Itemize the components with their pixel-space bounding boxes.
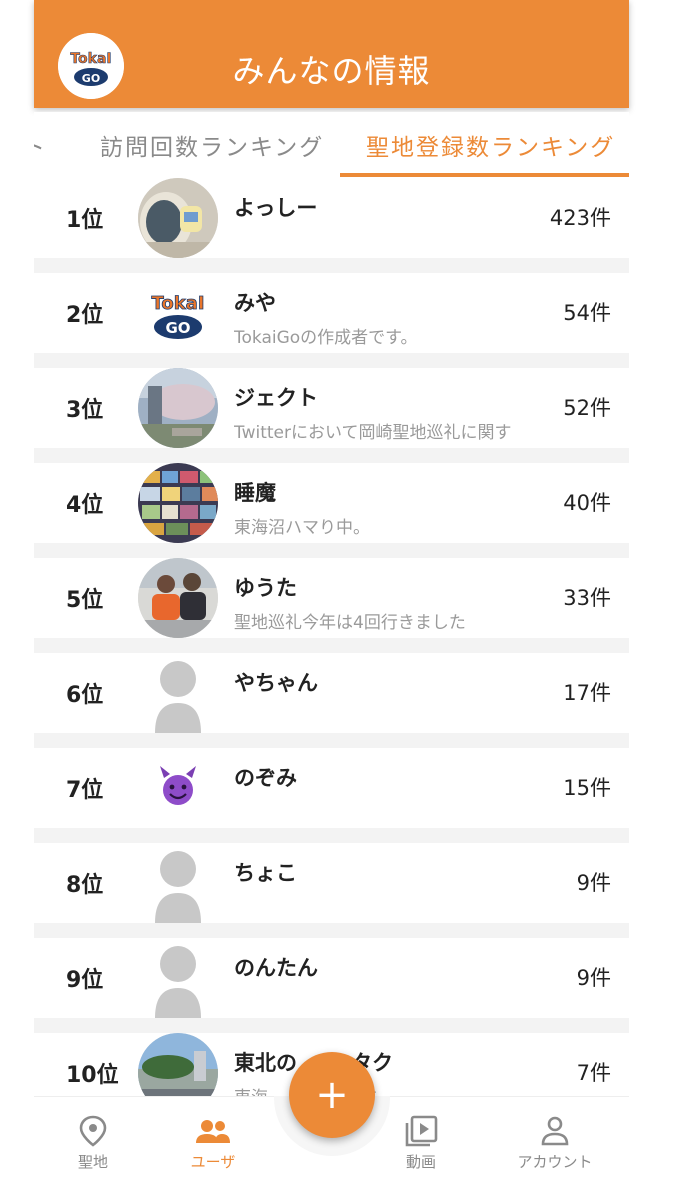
rank-label: 4位 [66, 493, 104, 518]
nav-label: アカウント [517, 1153, 593, 1171]
ranking-list: 1位 よっしー 423件 2位 TokaI GO みや TokaiGoの作成者で… [34, 178, 629, 1096]
avatar [138, 463, 218, 543]
avatar [138, 558, 218, 638]
registration-count: 9件 [576, 966, 611, 990]
user-bio: 聖地巡礼今年は4回行きました [234, 613, 466, 633]
avatar [138, 1033, 218, 1096]
tab-registration-count-ranking[interactable]: 聖地登録数ランキング [366, 128, 615, 162]
plus-icon: + [315, 1072, 349, 1118]
registration-count: 52件 [563, 396, 611, 420]
add-button[interactable]: + [289, 1052, 375, 1138]
app-bar: TokaI GO みんなの情報 [34, 0, 629, 108]
nav-item-users[interactable]: ユーザ [168, 1115, 258, 1172]
ranking-row[interactable]: 3位 ジェクト Twitterにおいて岡崎聖地巡礼に関す 52件 [34, 368, 629, 448]
avatar: TokaI GO [138, 273, 218, 353]
avatar [138, 938, 218, 1018]
registration-count: 423件 [549, 206, 611, 230]
ranking-row[interactable]: 2位 TokaI GO みや TokaiGoの作成者です。 54件 [34, 273, 629, 353]
user-name: のんたん [234, 956, 318, 980]
avatar [138, 748, 218, 828]
nav-item-holy-sites[interactable]: 聖地 [48, 1115, 138, 1172]
photo-mug-icon [138, 178, 218, 258]
photo-street-icon [138, 1033, 218, 1096]
registration-count: 7件 [576, 1061, 611, 1085]
avatar [138, 368, 218, 448]
user-name: よっしー [234, 196, 318, 220]
row-divider [34, 733, 629, 748]
person-icon [541, 1116, 569, 1146]
registration-count: 54件 [563, 301, 611, 325]
svg-text:GO: GO [165, 319, 190, 337]
active-tab-indicator [340, 173, 629, 177]
row-divider [34, 353, 629, 368]
user-name: 睡魔 [234, 481, 276, 505]
ranking-row[interactable]: 4位 睡魔 東海沼ハマり中。 40件 [34, 463, 629, 543]
ranking-row[interactable]: 1位 よっしー 423件 [34, 178, 629, 258]
user-name: やちゃん [234, 671, 318, 695]
map-pin-icon [79, 1115, 107, 1147]
registration-count: 17件 [563, 681, 611, 705]
photo-people-icon [138, 558, 218, 638]
ranking-row[interactable]: 5位 ゆうた 聖地巡礼今年は4回行きました 33件 [34, 558, 629, 638]
default-user-icon [155, 946, 201, 1018]
ranking-row[interactable]: 8位 ちょこ 9件 [34, 843, 629, 923]
rank-label: 7位 [66, 778, 104, 803]
rank-label: 8位 [66, 873, 104, 898]
user-bio: Twitterにおいて岡崎聖地巡礼に関す [234, 423, 512, 443]
smiling-devil-icon [160, 766, 196, 805]
rank-label: 5位 [66, 588, 104, 613]
avatar [138, 653, 218, 733]
rank-label: 3位 [66, 398, 104, 423]
row-divider [34, 1018, 629, 1033]
row-divider [34, 448, 629, 463]
registration-count: 33件 [563, 586, 611, 610]
avatar [138, 843, 218, 923]
user-name: みや [234, 291, 276, 315]
user-name: のぞみ [234, 766, 297, 790]
tokaigo-logo-icon: TokaI GO [151, 293, 205, 339]
user-bio: 東海沼ハマり中。 [234, 518, 370, 538]
photo-cherry-blossom-icon [138, 368, 218, 448]
user-bio: TokaiGoの作成者です。 [234, 328, 418, 348]
svg-text:TokaI: TokaI [151, 293, 204, 314]
nav-item-account[interactable]: アカウント [510, 1115, 600, 1172]
photo-collage-icon [138, 463, 218, 543]
row-divider [34, 828, 629, 843]
rank-label: 2位 [66, 303, 104, 328]
rank-label: 1位 [66, 208, 104, 233]
users-icon [196, 1120, 230, 1143]
registration-count: 9件 [576, 871, 611, 895]
ranking-row[interactable]: 6位 やちゃん 17件 [34, 653, 629, 733]
nav-label: ユーザ [190, 1153, 236, 1171]
registration-count: 40件 [563, 491, 611, 515]
row-divider [34, 923, 629, 938]
default-user-icon [155, 661, 201, 733]
user-bio-head: 東海 [234, 1088, 268, 1096]
page-title: みんなの情報 [232, 52, 431, 90]
user-name: ゆうた [234, 576, 297, 600]
user-name-head: 東北の [234, 1051, 297, 1075]
row-divider [34, 638, 629, 653]
ranking-tabs: ト 訪問回数ランキング 聖地登録数ランキング [34, 112, 629, 178]
ranking-row[interactable]: 7位 のぞみ 15件 [34, 748, 629, 828]
user-name: ジェクト [234, 386, 318, 410]
app-frame: TokaI GO みんなの情報 ト 訪問回数ランキング 聖地登録数ランキング 1… [34, 0, 629, 1201]
tab-previous-partial[interactable]: ト [34, 128, 47, 162]
video-library-icon [405, 1115, 438, 1147]
row-divider [34, 543, 629, 558]
rank-label: 9位 [66, 968, 104, 993]
nav-item-videos[interactable]: 動画 [376, 1115, 466, 1172]
rank-label: 10位 [66, 1063, 119, 1088]
nav-label: 動画 [405, 1153, 436, 1171]
row-divider [34, 258, 629, 273]
rank-label: 6位 [66, 683, 104, 708]
ranking-row[interactable]: 9位 のんたん 9件 [34, 938, 629, 1018]
default-user-icon [155, 851, 201, 923]
nav-label: 聖地 [77, 1153, 108, 1171]
user-name: ちょこ [234, 861, 297, 885]
registration-count: 15件 [563, 776, 611, 800]
avatar [138, 178, 218, 258]
tab-visit-count-ranking[interactable]: 訪問回数ランキング [100, 128, 324, 162]
